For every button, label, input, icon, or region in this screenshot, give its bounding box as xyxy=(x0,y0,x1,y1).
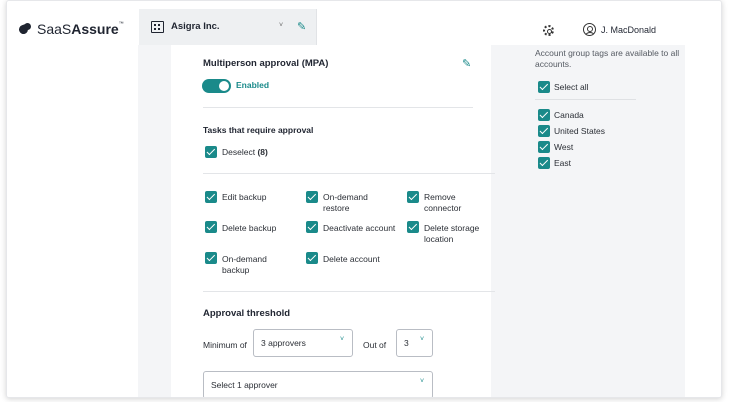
minimum-label: Minimum of xyxy=(203,340,247,350)
org-name: Asigra Inc. xyxy=(171,21,220,32)
tag-label: United States xyxy=(554,126,606,136)
org-selector[interactable]: Asigra Inc. ˅ ✎ xyxy=(139,9,317,45)
deselect-checkbox[interactable] xyxy=(205,146,217,158)
mpa-settings-card: Multiperson approval (MPA) ✎ Enabled Tas… xyxy=(171,45,495,397)
chevron-down-icon[interactable]: ˅ xyxy=(279,22,283,29)
select-all-checkbox[interactable] xyxy=(538,81,550,93)
select-all-label: Select all xyxy=(554,82,589,92)
task-label: Delete account xyxy=(323,254,380,264)
divider xyxy=(535,99,636,100)
task-label: Edit backup xyxy=(222,192,267,202)
tag-checkbox-canada[interactable] xyxy=(538,109,550,121)
user-icon[interactable] xyxy=(583,23,596,36)
task-label: Remove connector xyxy=(424,192,462,213)
task-label: On-demand backup xyxy=(222,254,267,275)
task-label: Delete storage location xyxy=(424,223,480,244)
task-label: Delete backup xyxy=(222,223,277,233)
right-margin xyxy=(685,45,721,397)
task-checkbox-remove-connector[interactable] xyxy=(407,191,419,203)
building-icon xyxy=(151,21,164,33)
chevron-down-icon: ˅ xyxy=(420,336,425,343)
brand-logo[interactable]: SaaSAssure™ xyxy=(19,21,124,37)
mpa-toggle[interactable] xyxy=(202,79,231,93)
app-window: SaaSAssure™ Asigra Inc. ˅ ✎ J. MacDonald… xyxy=(6,0,722,398)
tag-checkbox-west[interactable] xyxy=(538,141,550,153)
tasks-title: Tasks that require approval xyxy=(203,125,314,135)
chevron-down-icon: ˅ xyxy=(340,336,345,343)
task-label: On-demand restore xyxy=(323,192,368,213)
divider xyxy=(203,173,495,174)
task-checkbox-delete-backup[interactable] xyxy=(205,221,217,233)
mpa-title: Multiperson approval (MPA) xyxy=(203,58,329,69)
task-checkbox-deactivate-account[interactable] xyxy=(306,221,318,233)
tag-label: Canada xyxy=(554,110,584,120)
mpa-toggle-label: Enabled xyxy=(236,80,270,90)
task-checkbox-on-demand-backup[interactable] xyxy=(205,252,217,264)
user-name[interactable]: J. MacDonald xyxy=(601,25,656,35)
logo-icon xyxy=(19,22,32,36)
out-of-value: 3 xyxy=(404,338,409,348)
brand-name: SaaSAssure™ xyxy=(37,21,124,37)
tag-checkbox-east[interactable] xyxy=(538,157,550,169)
threshold-title: Approval threshold xyxy=(203,308,291,319)
approver-placeholder: Select 1 approver xyxy=(211,380,278,390)
tag-label: West xyxy=(554,142,574,152)
out-of-select[interactable]: 3 ˅ xyxy=(396,329,433,357)
deselect-label: Deselect (8) xyxy=(222,147,268,157)
task-checkbox-delete-account[interactable] xyxy=(306,252,318,264)
minimum-approvers-value: 3 approvers xyxy=(261,338,306,348)
divider xyxy=(203,291,495,292)
task-checkbox-edit-backup[interactable] xyxy=(205,191,217,203)
tag-label: East xyxy=(554,158,572,168)
task-checkbox-on-demand-restore[interactable] xyxy=(306,191,318,203)
top-bar: SaaSAssure™ Asigra Inc. ˅ ✎ J. MacDonald xyxy=(7,1,721,45)
gear-icon[interactable] xyxy=(543,25,554,36)
tag-checkbox-united-states[interactable] xyxy=(538,125,550,137)
edit-icon[interactable]: ✎ xyxy=(462,57,471,70)
minimum-approvers-select[interactable]: 3 approvers ˅ xyxy=(253,329,353,357)
out-of-label: Out of xyxy=(363,340,387,350)
divider xyxy=(203,107,473,108)
approver-select[interactable]: Select 1 approver ˅ xyxy=(203,371,433,397)
task-label: Deactivate account xyxy=(323,223,396,233)
edit-icon[interactable]: ✎ xyxy=(297,20,306,33)
task-checkbox-delete-storage-location[interactable] xyxy=(407,221,419,233)
tags-intro: Account group tags are available to all … xyxy=(535,48,680,69)
chevron-down-icon: ˅ xyxy=(420,378,425,385)
left-sidebar xyxy=(7,45,138,397)
